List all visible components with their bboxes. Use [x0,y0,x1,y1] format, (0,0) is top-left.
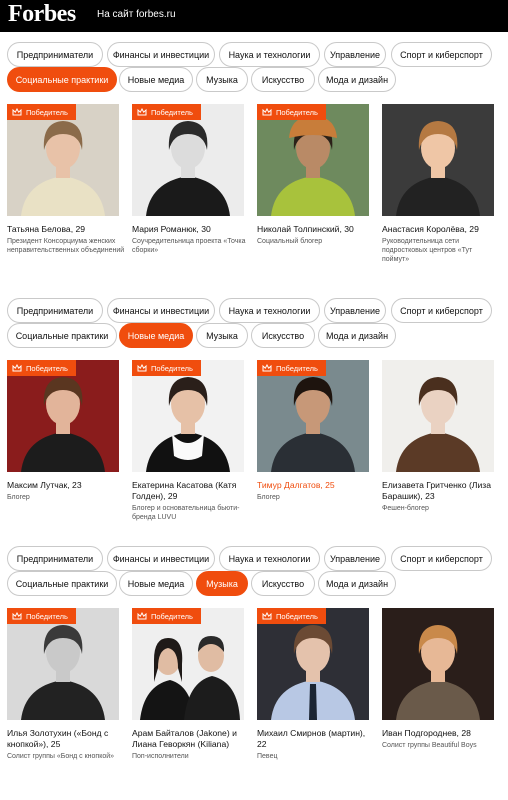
winner-badge: Победитель [257,608,326,624]
category-chip[interactable]: Управление [324,298,386,323]
category-chip[interactable]: Предприниматели [7,42,103,67]
person-photo[interactable] [257,360,369,472]
person-photo[interactable] [7,608,119,720]
crown-icon [12,108,22,116]
person-name[interactable]: Арам Байталов (Jakone) и Лиана Геворкян … [132,728,250,750]
category-chip[interactable]: Музыка [196,67,248,92]
person-name[interactable]: Екатерина Касатова (Катя Голден), 29 [132,480,250,502]
category-chip[interactable]: Мода и дизайн [318,323,396,348]
crown-icon [12,612,22,620]
category-chip[interactable]: Финансы и инвестиции [107,42,215,67]
crown-icon [12,364,22,372]
person-photo[interactable] [257,104,369,216]
person-description: Певец [257,753,278,760]
forbes-logo[interactable]: Forbes [8,1,76,28]
person-photo[interactable] [257,608,369,720]
person-name[interactable]: Илья Золотухин («Бонд с кнопкой»), 25 [7,728,125,750]
person-name[interactable]: Максим Лутчак, 23 [7,480,125,491]
category-chip[interactable]: Финансы и инвестиции [107,298,215,323]
crown-icon [262,364,272,372]
person-description: Президент Консорциума женских неправител… [7,238,125,254]
person-photo[interactable] [7,104,119,216]
winner-badge: Победитель [7,608,76,624]
category-chip[interactable]: Спорт и киберспорт [391,42,492,67]
winner-badge: Победитель [257,104,326,120]
person-photo[interactable] [382,608,494,720]
person-description: Поп-исполнители [132,753,189,760]
person-photo[interactable] [382,104,494,216]
person-description: Блогер [7,494,30,501]
category-chip[interactable]: Новые медиа [119,67,193,92]
person-description: Солист группы «Бонд с кнопкой» [7,753,115,760]
person-name[interactable]: Мария Романюк, 30 [132,224,250,235]
person-description: Блогер и основательница бьюти-бренда LUV… [132,505,240,521]
winner-badge-label: Победитель [151,611,193,621]
person-name[interactable]: Тимур Далгатов, 25 [257,480,375,491]
category-chip[interactable]: Финансы и инвестиции [107,546,215,571]
category-chip[interactable]: Спорт и киберспорт [391,546,492,571]
person-photo[interactable] [132,360,244,472]
person-photo[interactable] [382,360,494,472]
category-chip[interactable]: Музыка [196,571,248,596]
person-description: Руководительница сети подростковых центр… [382,238,473,263]
crown-icon [262,108,272,116]
category-chip[interactable]: Искусство [251,323,315,348]
category-tabs: Предприниматели Финансы и инвестиции Наука… [0,298,508,358]
top-bar: Forbes На сайт forbes.ru [0,0,508,32]
winner-badge-label: Победитель [151,107,193,117]
winner-badge-label: Победитель [26,363,68,373]
category-chip[interactable]: Музыка [196,323,248,348]
category-chip[interactable]: Предприниматели [7,298,103,323]
person-name[interactable]: Татьяна Белова, 29 [7,224,125,235]
category-chip[interactable]: Наука и технологии [219,546,320,571]
category-chip[interactable]: Социальные практики [7,571,117,596]
person-photo[interactable] [132,104,244,216]
category-tabs: Предприниматели Финансы и инвестиции Наука… [0,42,508,102]
category-chip[interactable]: Управление [324,546,386,571]
winner-badge-label: Победитель [276,363,318,373]
winner-badge-label: Победитель [276,107,318,117]
category-chip[interactable]: Мода и дизайн [318,67,396,92]
category-chip[interactable]: Спорт и киберспорт [391,298,492,323]
crown-icon [262,612,272,620]
category-chip[interactable]: Искусство [251,571,315,596]
winner-badge: Победитель [132,104,201,120]
person-photo[interactable] [7,360,119,472]
person-description: Соучредительница проекта «Точка сборки» [132,238,246,254]
crown-icon [137,108,147,116]
category-chip[interactable]: Искусство [251,67,315,92]
category-chip[interactable]: Новые медиа [119,571,193,596]
crown-icon [137,612,147,620]
winner-badge-label: Победитель [26,107,68,117]
winner-badge: Победитель [7,104,76,120]
site-link[interactable]: На сайт forbes.ru [97,9,176,20]
winner-badge: Победитель [132,608,201,624]
person-description: Социальный блогер [257,238,323,245]
category-chip[interactable]: Управление [324,42,386,67]
category-chip[interactable]: Социальные практики [7,323,117,348]
person-description: Фешен-блогер [382,505,429,512]
winner-badge-label: Победитель [26,611,68,621]
category-tabs: Предприниматели Финансы и инвестиции Наука… [0,546,508,606]
winner-badge-label: Победитель [276,611,318,621]
person-description: Солист группы Beautiful Boys [382,742,477,749]
crown-icon [137,364,147,372]
category-chip[interactable]: Новые медиа [119,323,193,348]
person-name[interactable]: Михаил Смирнов (мартин), 22 [257,728,375,750]
category-chip[interactable]: Наука и технологии [219,298,320,323]
person-name[interactable]: Николай Толпинский, 30 [257,224,375,235]
winner-badge: Победитель [7,360,76,376]
winner-badge: Победитель [132,360,201,376]
person-name[interactable]: Иван Подгороднев, 28 [382,728,500,739]
person-photo[interactable] [132,608,244,720]
category-chip[interactable]: Наука и технологии [219,42,320,67]
winner-badge: Победитель [257,360,326,376]
person-name[interactable]: Елизавета Гритченко (Лиза Барашик), 23 [382,480,500,502]
category-chip[interactable]: Предприниматели [7,546,103,571]
person-description: Блогер [257,494,280,501]
category-chip[interactable]: Социальные практики [7,67,117,92]
person-name[interactable]: Анастасия Королёва, 29 [382,224,500,235]
winner-badge-label: Победитель [151,363,193,373]
category-chip[interactable]: Мода и дизайн [318,571,396,596]
